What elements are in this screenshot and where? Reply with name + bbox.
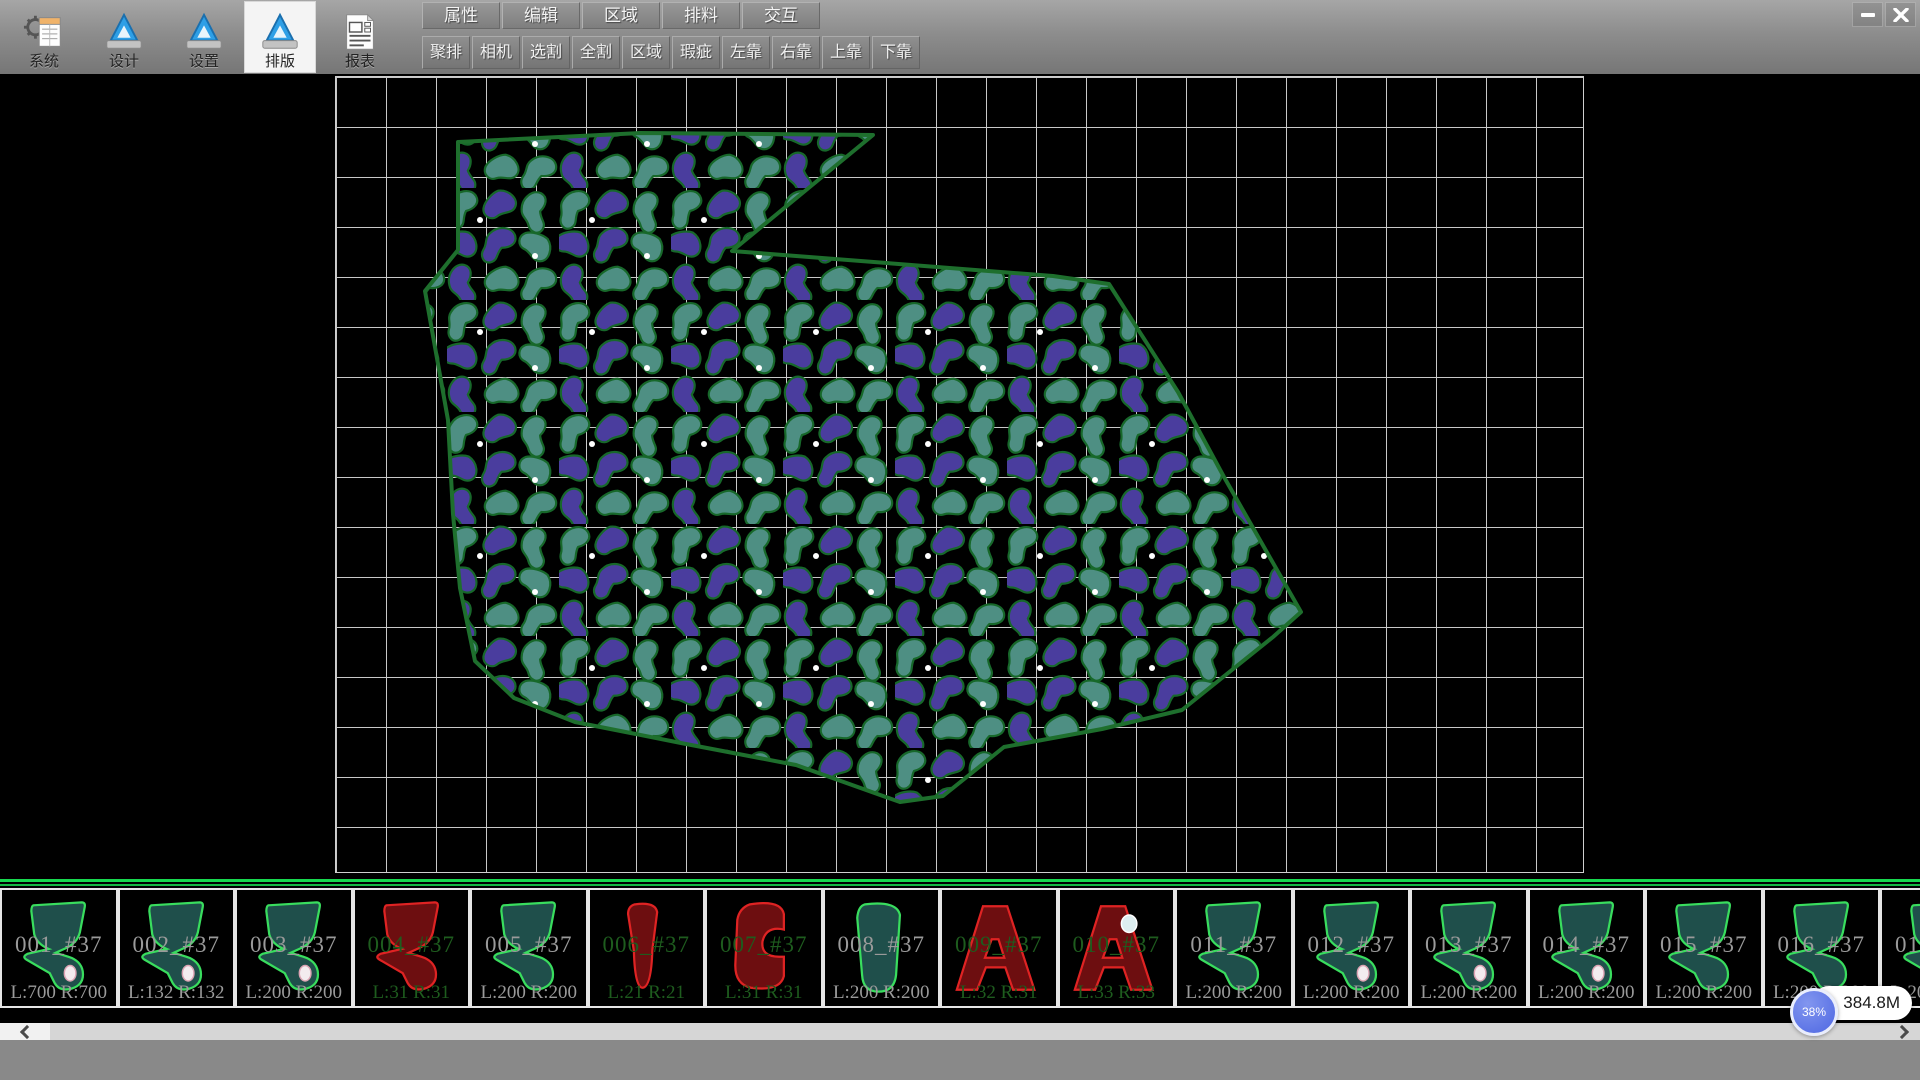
piece-thumbnail[interactable]: 011_#37 L:200 R:200 [1175, 888, 1293, 1008]
tool-button-cut-all[interactable]: 全割 [572, 36, 620, 69]
main-button-settings[interactable]: 设置 [168, 1, 240, 73]
status-bar [0, 1040, 1920, 1080]
menu-bar: 属性 编辑 区域 排料 交互 [422, 2, 820, 29]
piece-thumbnail[interactable]: 008_#37 L:200 R:200 [823, 888, 941, 1008]
piece-id: 011_#37 [1177, 932, 1291, 958]
piece-thumbnail[interactable]: 004_#37 L:31 R:31 [353, 888, 471, 1008]
piece-thumbnail[interactable]: 010_#37 L:33 R:33 [1058, 888, 1176, 1008]
piece-lr-values: L:21 R:21 [590, 982, 704, 1004]
main-button-label: 报表 [345, 54, 375, 70]
piece-id: 013_#37 [1412, 932, 1526, 958]
piece-lr-values: L:200 R:200 [237, 982, 351, 1004]
piece-lr-values: L:700 R:700 [2, 982, 116, 1004]
tool-button-snap-bottom[interactable]: 下靠 [872, 36, 920, 69]
minimize-icon [1860, 8, 1876, 22]
horizontal-scrollbar[interactable] [0, 1023, 1920, 1040]
piece-lr-values: L:200 R:200 [1530, 982, 1644, 1004]
piece-lr-values: L:200 R:200 [1177, 982, 1291, 1004]
close-button[interactable] [1885, 2, 1916, 27]
chevron-left-icon [19, 1024, 33, 1038]
tool-bar-row: 聚排 相机 选割 全割 区域 瑕疵 左靠 右靠 上靠 下靠 [422, 36, 920, 69]
piece-lr-values: L:31 R:31 [355, 982, 469, 1004]
piece-id: 008_#37 [825, 932, 939, 958]
piece-thumbnail[interactable]: 007_#37 L:31 R:31 [705, 888, 823, 1008]
piece-thumbnail[interactable]: 013_#37 L:200 R:200 [1410, 888, 1528, 1008]
piece-lr-values: L:200 R:200 [1647, 982, 1761, 1004]
piece-id: 007_#37 [707, 932, 821, 958]
strip-divider-line [0, 884, 1920, 886]
piece-id: 010_#37 [1060, 932, 1174, 958]
piece-lr-values: L:200 R:200 [825, 982, 939, 1004]
piece-id: 004_#37 [355, 932, 469, 958]
menu-item-properties[interactable]: 属性 [422, 2, 500, 29]
progress-circle: 38% [1790, 988, 1838, 1036]
main-button-report[interactable]: 报表 [324, 1, 396, 73]
piece-thumbnail[interactable]: 005_#37 L:200 R:200 [470, 888, 588, 1008]
piece-id: 009_#37 [942, 932, 1056, 958]
piece-lr-values: L:132 R:132 [120, 982, 234, 1004]
piece-lr-values: L:33 R:33 [1060, 982, 1174, 1004]
tool-button-camera[interactable]: 相机 [472, 36, 520, 69]
toolbar: 系统 设计 设置 排版 [0, 0, 1920, 74]
piece-thumbnail[interactable]: 003_#37 L:200 R:200 [235, 888, 353, 1008]
piece-lr-values: L:32 R:31 [942, 982, 1056, 1004]
piece-lr-values: L:200 R:200 [1412, 982, 1526, 1004]
close-icon [1893, 8, 1909, 22]
piece-id: 003_#37 [237, 932, 351, 958]
piece-id: 001_#37 [2, 932, 116, 958]
piece-id: 016_#37 [1765, 932, 1879, 958]
menu-item-interaction[interactable]: 交互 [742, 2, 820, 29]
piece-lr-values: L:200 R:200 [472, 982, 586, 1004]
minimize-button[interactable] [1852, 2, 1883, 27]
canvas-workspace[interactable] [0, 74, 1920, 879]
tool-button-snap-top[interactable]: 上靠 [822, 36, 870, 69]
main-button-nesting[interactable]: 排版 [244, 1, 316, 73]
main-button-label: 排版 [265, 54, 295, 70]
main-button-label: 设置 [189, 54, 219, 70]
piece-id: 014_#37 [1530, 932, 1644, 958]
piece-thumbnail[interactable]: 014_#37 L:200 R:200 [1528, 888, 1646, 1008]
piece-thumbnail-strip: 001_#37 L:700 R:700 002_#37 L:132 R:132 … [0, 879, 1920, 1023]
main-button-design[interactable]: 设计 [88, 1, 160, 73]
piece-thumbnail[interactable]: 006_#37 L:21 R:21 [588, 888, 706, 1008]
menu-item-region[interactable]: 区域 [582, 2, 660, 29]
main-button-system[interactable]: 系统 [8, 1, 80, 73]
tool-button-cluster-nest[interactable]: 聚排 [422, 36, 470, 69]
tool-button-snap-left[interactable]: 左靠 [722, 36, 770, 69]
main-button-label: 设计 [109, 54, 139, 70]
piece-id: 017_#37 [1882, 932, 1920, 958]
report-icon [339, 12, 381, 52]
piece-id: 006_#37 [590, 932, 704, 958]
piece-thumbnail[interactable]: 015_#37 L:200 R:200 [1645, 888, 1763, 1008]
piece-thumbnail[interactable]: 009_#37 L:32 R:31 [940, 888, 1058, 1008]
piece-id: 002_#37 [120, 932, 234, 958]
set-square-icon [103, 12, 145, 52]
tool-button-select-cut[interactable]: 选割 [522, 36, 570, 69]
application-window: 系统 设计 设置 排版 [0, 0, 1920, 1080]
piece-thumbnail[interactable]: 002_#37 L:132 R:132 [118, 888, 236, 1008]
set-square-icon [183, 12, 225, 52]
piece-id: 015_#37 [1647, 932, 1761, 958]
menu-item-edit[interactable]: 编辑 [502, 2, 580, 29]
scroll-left-button[interactable] [0, 1023, 50, 1040]
tool-button-region[interactable]: 区域 [622, 36, 670, 69]
strip-divider-line [0, 879, 1920, 882]
progress-badge: 384.8M 38% [1790, 986, 1912, 1040]
leather-hide-outline[interactable] [425, 133, 1301, 802]
tool-button-snap-right[interactable]: 右靠 [772, 36, 820, 69]
piece-id: 012_#37 [1295, 932, 1409, 958]
piece-lr-values: L:31 R:31 [707, 982, 821, 1004]
gear-document-icon [23, 12, 65, 52]
menu-item-nesting[interactable]: 排料 [662, 2, 740, 29]
nesting-layout[interactable] [335, 76, 1584, 873]
piece-thumbnail-list: 001_#37 L:700 R:700 002_#37 L:132 R:132 … [0, 888, 1920, 1008]
set-square-icon [259, 12, 301, 52]
tool-button-defect[interactable]: 瑕疵 [672, 36, 720, 69]
piece-id: 005_#37 [472, 932, 586, 958]
piece-thumbnail[interactable]: 012_#37 L:200 R:200 [1293, 888, 1411, 1008]
main-button-label: 系统 [29, 54, 59, 70]
piece-thumbnail[interactable]: 001_#37 L:700 R:700 [0, 888, 118, 1008]
piece-lr-values: L:200 R:200 [1295, 982, 1409, 1004]
